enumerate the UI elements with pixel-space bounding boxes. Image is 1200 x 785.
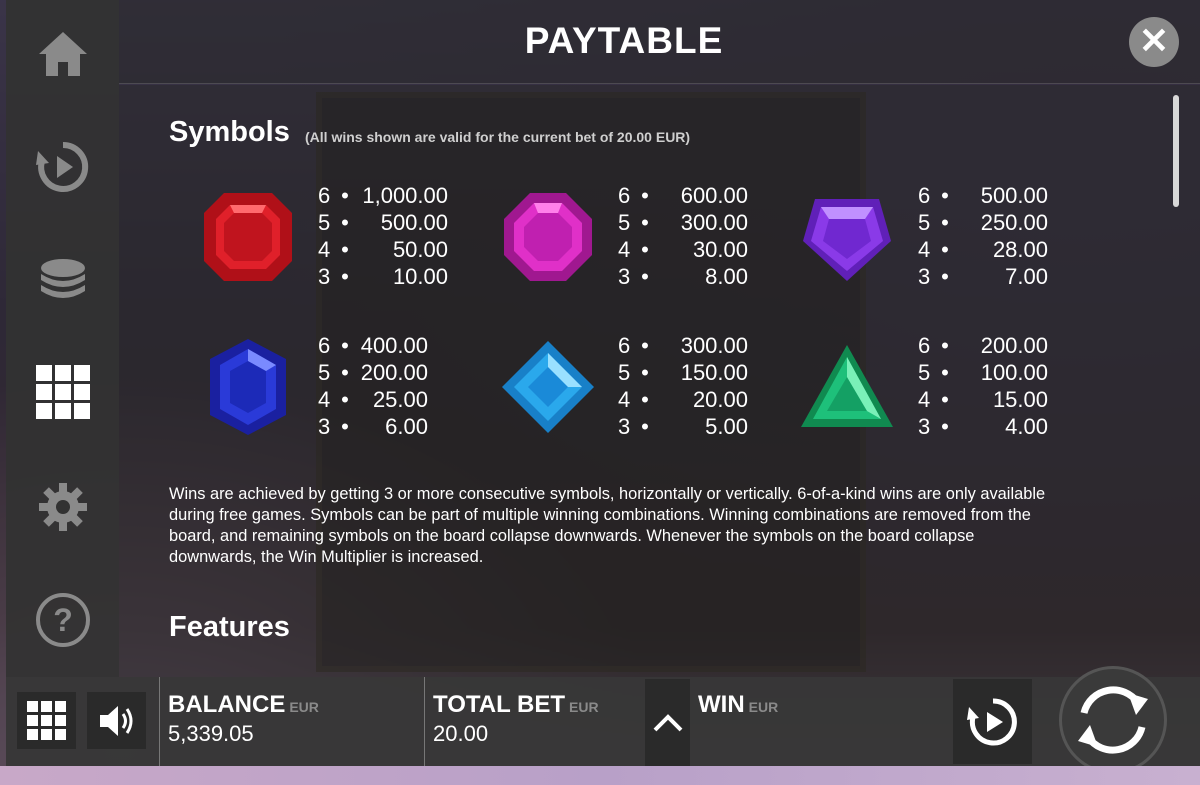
scrollbar[interactable] — [1173, 95, 1179, 207]
autoplay-icon — [966, 697, 1017, 745]
coins-icon — [40, 259, 85, 298]
blue-gem-icon — [193, 332, 303, 442]
blue-gem-pays: 6 • 400.00 5 • 200.00 4 • 25.00 3 • 6.00 — [318, 333, 428, 439]
symbols-heading: Symbols — [169, 116, 290, 148]
bet-up-button[interactable] — [645, 679, 690, 766]
balance-panel: BALANCE EUR 5,339.05 — [159, 677, 425, 766]
side-nav: ? — [6, 0, 119, 677]
replay-button[interactable] — [6, 127, 119, 207]
total-bet-label: TOTAL BET — [433, 691, 565, 718]
help-button[interactable]: ? — [6, 580, 119, 660]
menu-grid-icon — [26, 700, 66, 740]
purple-gem-pays: 6 • 500.00 5 • 250.00 4 • 28.00 3 • 7.00 — [918, 183, 1048, 289]
total-bet-value: 20.00 — [433, 721, 489, 746]
win-unit: EUR — [748, 699, 779, 715]
win-label: WIN — [698, 691, 745, 718]
sound-button[interactable] — [87, 692, 146, 749]
home-icon — [38, 32, 87, 76]
paytable-button[interactable] — [6, 352, 119, 432]
total-bet-panel[interactable]: TOTAL BET EUR 20.00 — [424, 677, 645, 766]
symbols-note: (All wins shown are valid for the curren… — [305, 129, 691, 145]
replay-icon — [35, 141, 88, 192]
menu-button[interactable] — [17, 692, 76, 749]
background-strip — [0, 766, 1200, 785]
close-icon: ✕ — [1138, 20, 1170, 61]
red-gem-pays: 6 • 1,000.00 5 • 500.00 4 • 50.00 3 • 10.00 — [318, 183, 448, 289]
close-button[interactable]: ✕ — [1129, 17, 1179, 67]
green-gem-icon — [792, 332, 902, 442]
chevron-up-icon — [653, 713, 682, 731]
gear-icon — [38, 483, 87, 531]
pink-gem-icon — [493, 182, 603, 292]
autoplay-button[interactable] — [953, 679, 1032, 764]
help-icon: ? — [35, 593, 90, 647]
paytable-header: PAYTABLE — [119, 0, 1200, 84]
purple-gem-icon — [792, 182, 902, 292]
bet-settings-button[interactable] — [6, 240, 119, 320]
green-gem-pays: 6 • 200.00 5 • 100.00 4 • 15.00 3 • 4.00 — [918, 333, 1048, 439]
pink-gem-pays: 6 • 600.00 5 • 300.00 4 • 30.00 3 • 8.00 — [618, 183, 748, 289]
spin-arrows-icon — [1078, 686, 1148, 754]
balance-value: 5,339.05 — [168, 721, 254, 746]
settings-button[interactable] — [6, 467, 119, 547]
page-title: PAYTABLE — [524, 20, 724, 61]
paytable-grid-icon — [35, 365, 90, 419]
svg-text:?: ? — [53, 602, 73, 638]
red-gem-icon — [193, 182, 303, 292]
win-panel: WIN EUR — [690, 677, 953, 766]
symbols-description: Wins are achieved by getting 3 or more c… — [169, 485, 1046, 566]
balance-label: BALANCE — [168, 691, 286, 718]
speaker-icon — [99, 705, 132, 736]
cyan-gem-pays: 6 • 300.00 5 • 150.00 4 • 20.00 3 • 5.00 — [618, 333, 748, 439]
home-button[interactable] — [6, 14, 119, 94]
balance-unit: EUR — [289, 699, 319, 715]
total-bet-unit: EUR — [569, 699, 599, 715]
cyan-gem-icon — [493, 332, 603, 442]
features-heading: Features — [169, 611, 290, 643]
spin-button[interactable] — [1059, 666, 1167, 774]
